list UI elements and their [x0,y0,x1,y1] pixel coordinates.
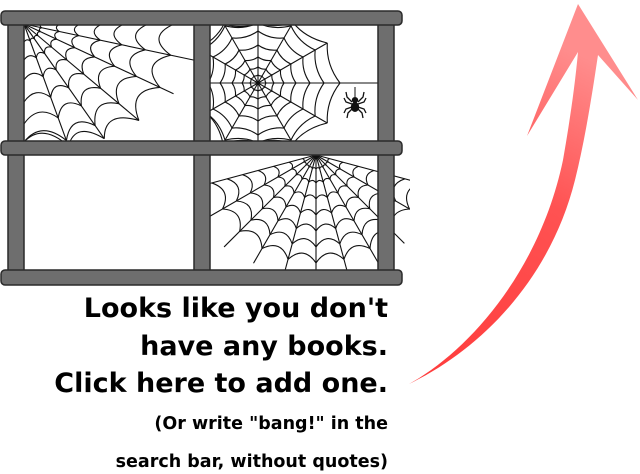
add-book-link[interactable]: Click here to add one. [54,366,388,402]
search-hint-line-1: (Or write "bang!" in the [154,414,388,434]
curved-arrow-up-icon [409,4,638,384]
empty-message-line-2[interactable]: have any books. [140,329,388,365]
empty-message-line-1[interactable]: Looks like you don't [84,291,388,327]
search-hint-line-2: search bar, without quotes) [115,452,388,472]
empty-bookshelf-illustration [0,10,410,286]
